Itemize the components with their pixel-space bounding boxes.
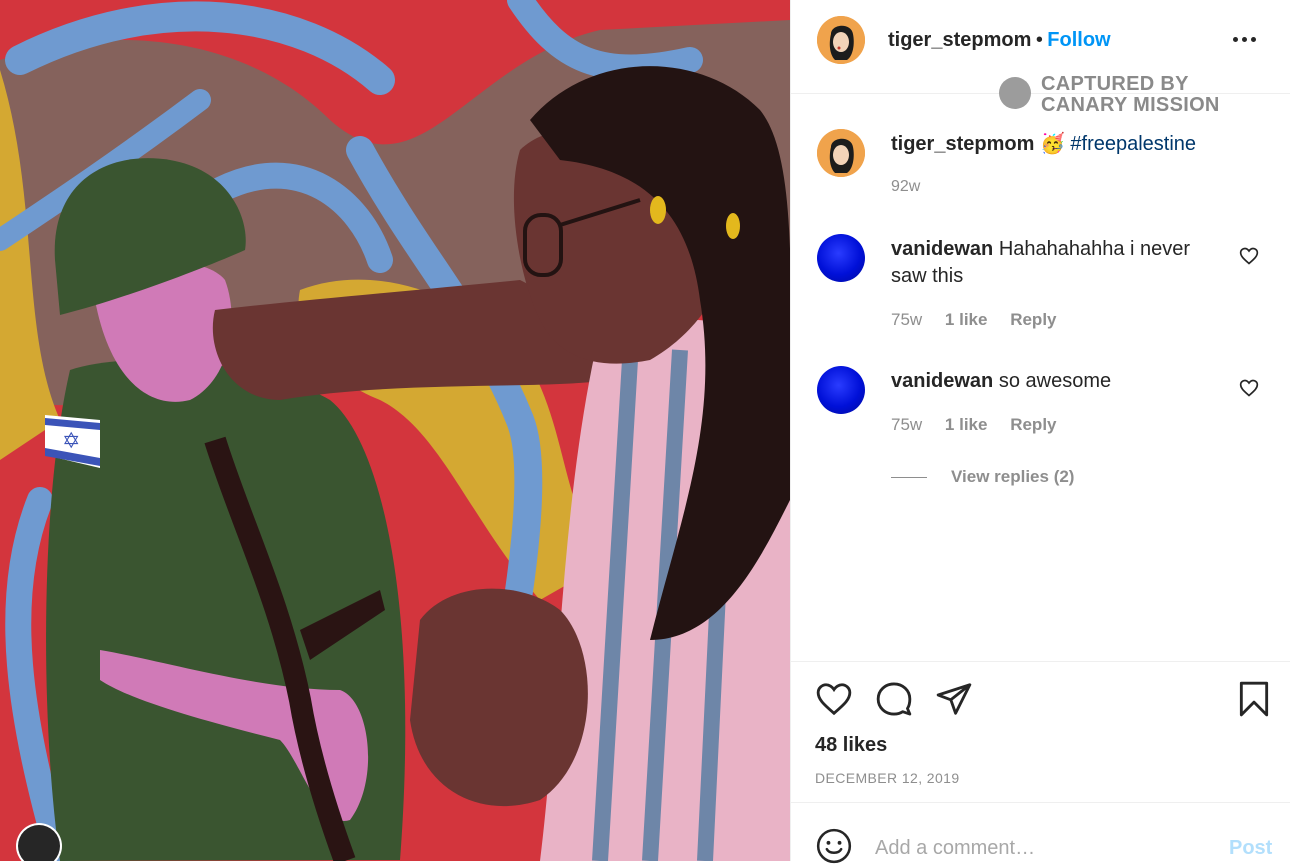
comment-bubble-icon[interactable] (875, 680, 913, 718)
reply-button[interactable]: Reply (1010, 310, 1056, 329)
comment-body: vanidewan Hahahahahha i never saw this (891, 236, 1211, 290)
caption-timestamp[interactable]: 92w (891, 178, 920, 196)
bookmark-icon[interactable] (1235, 680, 1273, 718)
add-comment-input[interactable] (875, 833, 1205, 863)
heart-icon[interactable] (815, 680, 853, 718)
owner-username[interactable]: tiger_stepmom (888, 29, 1031, 51)
owner-avatar[interactable] (817, 16, 865, 64)
follow-button[interactable]: Follow (1047, 29, 1110, 51)
comment-text: so awesome (998, 370, 1112, 392)
comment-meta: 75w 1 like Reply (891, 310, 1075, 330)
user-avatar-icon[interactable] (18, 825, 60, 861)
post-panel: tiger_stepmom • Follow CAPTURED BY CANAR… (790, 0, 1290, 865)
comment-body: vanidewan so awesome (891, 368, 1211, 395)
comment-meta: 75w 1 like Reply (891, 415, 1075, 435)
likes-count[interactable]: 48 likes (815, 734, 887, 757)
separator-dot: • (1035, 29, 1043, 51)
comment-likes[interactable]: 1 like (945, 415, 988, 434)
comment-likes[interactable]: 1 like (945, 310, 988, 329)
commenter-avatar[interactable] (817, 366, 865, 414)
caption-avatar-image (817, 129, 865, 177)
owner-avatar-image (817, 16, 865, 64)
comment-like-icon[interactable] (1239, 378, 1259, 398)
comment-username[interactable]: vanidewan (891, 370, 993, 392)
comment-like-icon[interactable] (1239, 246, 1259, 266)
reply-button[interactable]: Reply (1010, 415, 1056, 434)
view-replies-label[interactable]: View replies (2) (951, 467, 1074, 486)
view-replies-button[interactable]: View replies (2) (891, 467, 1074, 487)
action-bar: 48 likes DECEMBER 12, 2019 (791, 661, 1290, 802)
watermark-logo-icon (999, 77, 1031, 109)
post-comment-button[interactable]: Post (1229, 837, 1272, 860)
watermark-line-2: CANARY MISSION (1041, 94, 1220, 116)
caption-emoji: 🥳 (1039, 133, 1065, 155)
comment-timestamp[interactable]: 75w (891, 415, 922, 434)
comment-timestamp[interactable]: 75w (891, 310, 922, 329)
svg-text:✡: ✡ (62, 429, 80, 454)
caption-username[interactable]: tiger_stepmom (891, 133, 1034, 155)
caption: tiger_stepmom 🥳 #freepalestine (891, 131, 1196, 156)
comment-username[interactable]: vanidewan (891, 238, 993, 260)
artwork-illustration: ✡ (0, 0, 790, 861)
commenter-avatar[interactable] (817, 234, 865, 282)
header-meta: tiger_stepmom • Follow (888, 29, 1111, 52)
watermark-line-1: CAPTURED BY (1041, 73, 1189, 95)
add-comment-bar: Post (791, 802, 1290, 865)
caption-hashtag[interactable]: #freepalestine (1070, 133, 1196, 155)
caption-avatar[interactable] (817, 129, 865, 177)
paper-plane-icon[interactable] (935, 680, 973, 718)
post-date[interactable]: DECEMBER 12, 2019 (815, 770, 960, 786)
replies-divider (891, 477, 927, 479)
post-image[interactable]: ✡ (0, 0, 790, 861)
smiley-icon[interactable] (815, 827, 853, 865)
watermark: CAPTURED BY CANARY MISSION (999, 74, 1229, 116)
more-options-icon[interactable] (1233, 34, 1257, 46)
